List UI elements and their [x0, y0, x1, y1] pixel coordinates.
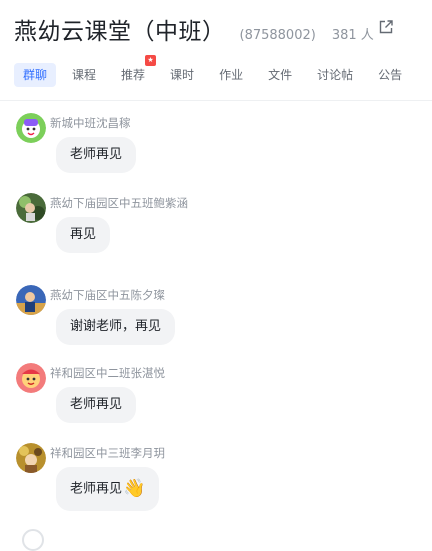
- group-title: 燕幼云课堂（中班）: [14, 19, 226, 45]
- tab-homework[interactable]: 作业: [210, 63, 252, 87]
- avatar[interactable]: [16, 285, 46, 315]
- avatar[interactable]: [16, 363, 46, 393]
- avatar[interactable]: [16, 443, 46, 473]
- chat-message: 祥和园区中三班李月玥 老师再见👋: [16, 431, 416, 511]
- message-text: 老师再见: [70, 147, 123, 162]
- sender-name[interactable]: 新城中班沈昌稼: [50, 115, 131, 131]
- message-list[interactable]: 新城中班沈昌稼 老师再见 燕幼下庙园区中五班鲍紫涵 再见 燕幼下庙区中五陈夕璨 …: [0, 101, 432, 551]
- chat-header: 燕幼云课堂（中班） (87588002) 381 人 群聊 课程 推荐 课时 作…: [0, 0, 432, 100]
- message-text: 再见: [70, 227, 97, 242]
- message-text: 谢谢老师，再见: [70, 319, 162, 334]
- waving-hand-emoji: 👋: [123, 478, 146, 499]
- tab-lessons[interactable]: 课时: [161, 63, 203, 87]
- tab-files[interactable]: 文件: [259, 63, 301, 87]
- tab-label: 作业: [219, 68, 244, 82]
- tab-label: 文件: [268, 68, 293, 82]
- tab-label: 公告: [378, 68, 403, 82]
- tab-recommend[interactable]: 推荐: [112, 55, 157, 87]
- message-bubble[interactable]: 老师再见: [56, 387, 137, 423]
- avatar[interactable]: [16, 193, 46, 223]
- message-text: 老师再见: [70, 481, 123, 497]
- chat-message: 燕幼下庙园区中五班鲍紫涵 再见: [16, 181, 416, 261]
- message-bubble[interactable]: 老师再见👋: [56, 467, 160, 511]
- group-id: (87588002): [239, 28, 316, 43]
- title-row: 燕幼云课堂（中班） (87588002) 381 人: [14, 12, 374, 46]
- message-bubble[interactable]: 谢谢老师，再见: [56, 309, 176, 345]
- tab-label: 课程: [72, 68, 97, 82]
- sender-name[interactable]: 燕幼下庙园区中五班鲍紫涵: [50, 195, 188, 211]
- star-badge-icon: [145, 55, 157, 66]
- message-bubble[interactable]: 再见: [56, 217, 111, 253]
- member-count[interactable]: 381 人: [332, 24, 374, 43]
- tab-announcements[interactable]: 公告: [369, 63, 411, 87]
- external-link-icon[interactable]: [378, 19, 394, 35]
- chat-message: 新城中班沈昌稼 老师再见: [16, 101, 416, 181]
- message-bubble[interactable]: 老师再见: [56, 137, 137, 173]
- tab-group-chat[interactable]: 群聊: [14, 63, 57, 87]
- sender-name[interactable]: 燕幼下庙区中五陈夕璨: [50, 287, 165, 303]
- avatar[interactable]: [22, 529, 44, 551]
- tab-discussion[interactable]: 讨论帖: [308, 63, 362, 87]
- sender-name[interactable]: 祥和园区中三班李月玥: [50, 445, 165, 461]
- tab-label: 推荐: [121, 68, 146, 82]
- tab-label: 讨论帖: [317, 68, 354, 82]
- chat-message: 祥和园区中二班张湛悦 老师再见: [16, 351, 416, 431]
- message-text: 老师再见: [70, 397, 123, 412]
- avatar[interactable]: [16, 113, 46, 143]
- tab-bar: 群聊 课程 推荐 课时 作业 文件 讨论帖 公告: [14, 55, 432, 88]
- sender-name[interactable]: 祥和园区中二班张湛悦: [50, 365, 165, 381]
- tab-label: 群聊: [23, 68, 48, 82]
- chat-message: 燕幼下庙区中五陈夕璨 谢谢老师，再见: [16, 273, 416, 353]
- tab-label: 课时: [170, 68, 195, 82]
- tab-courses[interactable]: 课程: [63, 63, 105, 87]
